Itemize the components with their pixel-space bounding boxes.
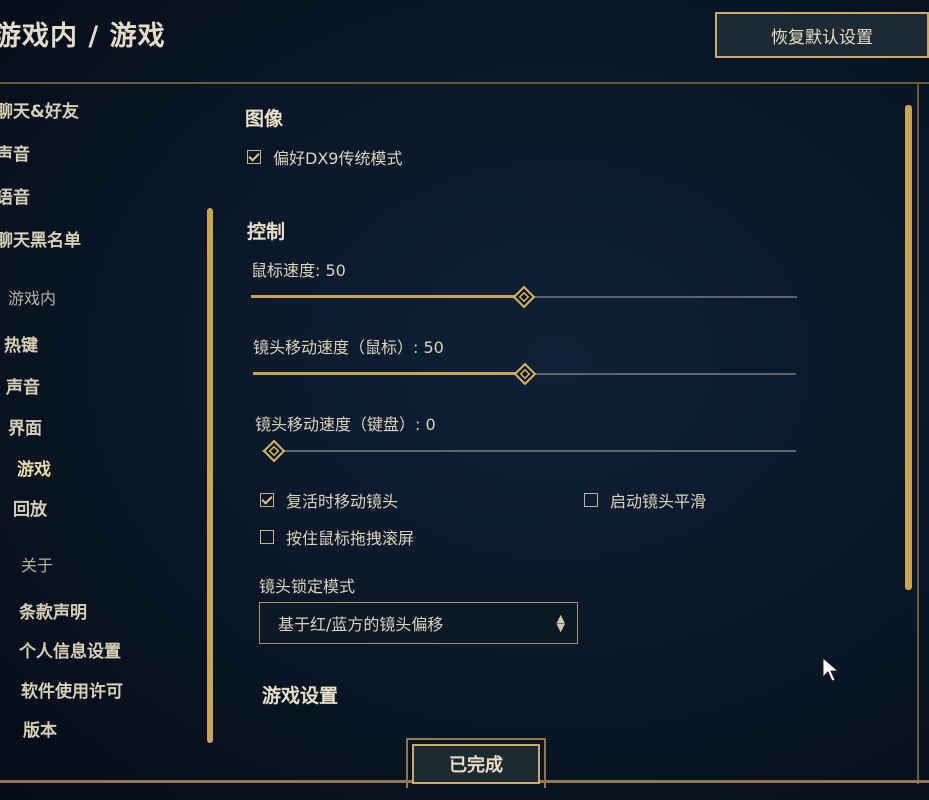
sidebar-item-privacy[interactable]: 个人信息设置 (19, 637, 121, 662)
settings-window: 游戏内 / 游戏 恢复默认设置 聊天&好友 声音 语音 聊天黑名单 游戏内 热键… (0, 0, 929, 800)
slider-fill (253, 372, 525, 375)
sidebar-scrollbar[interactable] (207, 208, 213, 743)
move-camera-on-revive-row[interactable]: 复活时移动镜头 (260, 488, 398, 512)
game-settings-heading: 游戏设置 (262, 685, 339, 707)
sidebar-item-voice[interactable]: 语音 (0, 183, 30, 208)
move-camera-on-revive-label: 复活时移动镜头 (286, 492, 399, 511)
sidebar-item-sound[interactable]: 声音 (0, 140, 30, 165)
mouse-speed-slider[interactable] (251, 285, 797, 309)
select-arrows-icon: ▲ ▼ (556, 612, 565, 634)
sidebar-item-terms[interactable]: 条款声明 (19, 598, 87, 623)
sidebar-section-about: 关于 (21, 556, 54, 575)
sidebar-item-hotkeys[interactable]: 热键 (4, 331, 38, 356)
done-button[interactable]: 已完成 (412, 744, 540, 784)
sidebar-item-chat-blacklist[interactable]: 聊天黑名单 (0, 226, 81, 251)
camera-lock-selected-value: 基于红/蓝方的镜头偏移 (278, 615, 444, 634)
slider-thumb-icon[interactable] (262, 439, 286, 463)
mouse-speed-label: 鼠标速度: 50 (251, 261, 346, 280)
camera-speed-mouse-slider[interactable] (253, 362, 796, 386)
prefer-dx9-row[interactable]: 偏好DX9传统模式 (247, 145, 402, 169)
slider-thumb-icon[interactable] (513, 362, 537, 386)
controls-heading: 控制 (247, 221, 286, 243)
hold-drag-scroll-label: 按住鼠标拖拽滚屏 (286, 529, 415, 548)
prefer-dx9-checkbox[interactable] (247, 150, 261, 164)
sidebar-item-replay[interactable]: 回放 (13, 495, 47, 520)
camera-speed-keyboard-label: 镜头移动速度（键盘）: 0 (255, 415, 436, 434)
sidebar-item-chat-friends[interactable]: 聊天&好友 (0, 97, 79, 122)
header-divider (0, 82, 929, 84)
camera-speed-keyboard-slider[interactable] (262, 439, 796, 463)
camera-smoothing-row[interactable]: 启动镜头平滑 (584, 488, 706, 512)
sidebar-item-interface[interactable]: 界面 (8, 414, 42, 439)
content-scrollbar[interactable] (905, 105, 912, 590)
mouse-cursor-icon (822, 657, 840, 682)
camera-smoothing-label: 启动镜头平滑 (610, 492, 707, 511)
slider-thumb-icon[interactable] (512, 285, 536, 309)
hold-drag-scroll-row[interactable]: 按住鼠标拖拽滚屏 (260, 525, 414, 549)
camera-lock-select[interactable]: 基于红/蓝方的镜头偏移 ▲ ▼ (259, 602, 578, 644)
page-title: 游戏内 / 游戏 (0, 21, 166, 52)
sidebar-item-game[interactable]: 游戏 (17, 455, 51, 480)
sidebar-item-license[interactable]: 软件使用许可 (21, 677, 123, 702)
camera-lock-label: 镜头锁定模式 (259, 577, 356, 596)
sidebar-item-ingame-sound[interactable]: 声音 (6, 373, 40, 398)
reset-defaults-button[interactable]: 恢复默认设置 (715, 12, 929, 58)
frame-border-right (917, 84, 919, 784)
move-camera-on-revive-checkbox[interactable] (260, 493, 274, 507)
graphics-heading: 图像 (245, 108, 284, 130)
slider-fill (251, 295, 524, 298)
hold-drag-scroll-checkbox[interactable] (260, 530, 274, 544)
sidebar-section-ingame: 游戏内 (8, 289, 57, 308)
camera-speed-mouse-label: 镜头移动速度（鼠标）: 50 (253, 338, 444, 357)
camera-smoothing-checkbox[interactable] (584, 493, 598, 507)
prefer-dx9-label: 偏好DX9传统模式 (273, 149, 403, 168)
slider-track (262, 450, 796, 452)
sidebar-item-version[interactable]: 版本 (23, 716, 57, 741)
